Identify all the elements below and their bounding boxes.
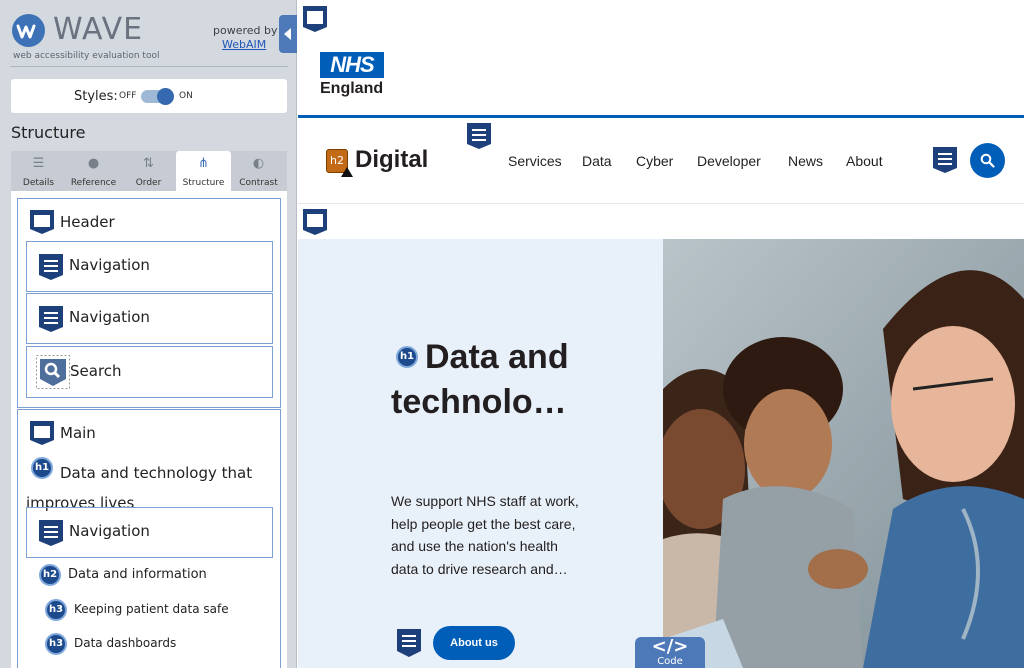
h3-badge: h3 (45, 599, 67, 621)
site-navigation-bar: h2 Digital Services Data Cyber Developer… (298, 118, 1024, 204)
website-viewport: NHS England h2 Digital Services Data Cyb… (298, 0, 1024, 668)
structure-panel: Header Navigation Navigation Search Main… (11, 191, 287, 668)
navigation-region[interactable]: Navigation (26, 507, 273, 558)
header-landmark-icon (303, 6, 327, 32)
section-title: Structure (11, 123, 86, 142)
navigation-region[interactable]: Navigation (26, 293, 273, 344)
header-icon (30, 210, 54, 234)
powered-by-text: powered by (213, 24, 278, 37)
family-photo (663, 239, 1024, 668)
navigation-icon (39, 254, 63, 280)
nhs-logo-subtitle: England (320, 80, 384, 97)
nav-link-about[interactable]: About (846, 153, 883, 169)
hero-image (663, 239, 1024, 668)
search-button[interactable] (970, 143, 1005, 178)
tab-details[interactable]: ☰ Details (11, 151, 66, 191)
navigation-icon (39, 306, 63, 332)
h3-badge: h3 (45, 633, 67, 655)
collapse-sidebar-button[interactable] (279, 15, 297, 53)
h3-text[interactable]: Data dashboards (74, 636, 176, 650)
navigation-label: Navigation (69, 256, 150, 274)
main-icon (30, 421, 54, 445)
navigation-icon (39, 520, 63, 546)
hero-description: We support NHS staff at work, help peopl… (391, 493, 579, 577)
wave-logo-icon (12, 14, 45, 47)
main-landmark-icon (303, 209, 327, 235)
tab-label: Details (22, 178, 55, 188)
h2-warning-badge: h2 (326, 149, 353, 177)
nav-link-news[interactable]: News (788, 153, 823, 169)
tab-contrast[interactable]: ◐ Contrast (231, 151, 286, 191)
main-label: Main (60, 424, 96, 442)
styles-toggle[interactable] (141, 88, 174, 105)
panel-tabs: ☰ Details ● Reference ⇅ Order ⋔ Structur… (11, 151, 287, 191)
header-region[interactable]: Header Navigation Navigation Search (17, 198, 281, 408)
wave-tagline: web accessibility evaluation tool (13, 51, 160, 61)
search-landmark-icon (933, 147, 957, 173)
header-divider (10, 66, 288, 67)
hero-heading: Data and technolo… (391, 338, 569, 421)
structure-icon: ⋔ (198, 156, 209, 171)
wave-sidebar: WAVE web accessibility evaluation tool p… (0, 0, 297, 668)
navigation-landmark-icon (467, 123, 491, 149)
styles-label: Styles: (74, 89, 118, 104)
nhs-logo[interactable]: NHS (320, 52, 384, 78)
contrast-icon: ◐ (252, 156, 265, 171)
webaim-link[interactable]: WebAIM (222, 38, 266, 51)
toggle-knob (157, 88, 174, 105)
styles-off-label: OFF (119, 91, 137, 101)
tab-reference[interactable]: ● Reference (66, 151, 121, 191)
order-icon: ⇅ (143, 156, 154, 171)
code-icon: </> (651, 636, 689, 657)
list-icon: ☰ (32, 156, 45, 171)
wave-header: WAVE web accessibility evaluation tool p… (0, 0, 297, 68)
nav-link-developer[interactable]: Developer (697, 153, 761, 169)
warning-icon (341, 167, 353, 177)
about-us-button[interactable]: About us (433, 626, 515, 660)
search-region-icon (36, 355, 70, 389)
nav-link-cyber[interactable]: Cyber (636, 153, 673, 169)
code-label: Code (657, 656, 683, 667)
navigation-label: Navigation (69, 308, 150, 326)
wave-name: WAVE (53, 12, 144, 47)
h3-text[interactable]: Keeping patient data safe (74, 602, 229, 616)
search-region[interactable]: Search (26, 346, 273, 398)
code-panel-toggle[interactable]: </> Code (635, 637, 705, 668)
tab-label: Order (135, 178, 162, 188)
h2-badge: h2 (39, 564, 61, 586)
search-icon (980, 153, 995, 168)
tab-label: Contrast (239, 178, 278, 188)
styles-toggle-box: Styles: OFF ON (11, 79, 287, 113)
styles-on-label: ON (179, 91, 193, 101)
navigation-region[interactable]: Navigation (26, 241, 273, 292)
tab-label: Reference (70, 178, 117, 188)
brand-name[interactable]: Digital (355, 146, 428, 174)
tab-order[interactable]: ⇅ Order (121, 151, 176, 191)
tab-label: Structure (182, 178, 225, 188)
tab-structure[interactable]: ⋔ Structure (176, 151, 231, 191)
h2-text[interactable]: Data and information (68, 567, 207, 582)
navigation-label: Navigation (69, 522, 150, 540)
hero-panel (298, 239, 663, 668)
navigation-landmark-icon (397, 629, 421, 657)
header-label: Header (60, 213, 115, 231)
main-region[interactable]: Main h1 Data and technology that improve… (17, 409, 281, 668)
nav-link-services[interactable]: Services (508, 153, 562, 169)
h2-badge-text: h2 (330, 154, 344, 167)
search-label: Search (70, 362, 122, 380)
nav-link-data[interactable]: Data (582, 153, 612, 169)
info-icon: ● (87, 156, 100, 171)
top-header: NHS England (298, 0, 1024, 117)
